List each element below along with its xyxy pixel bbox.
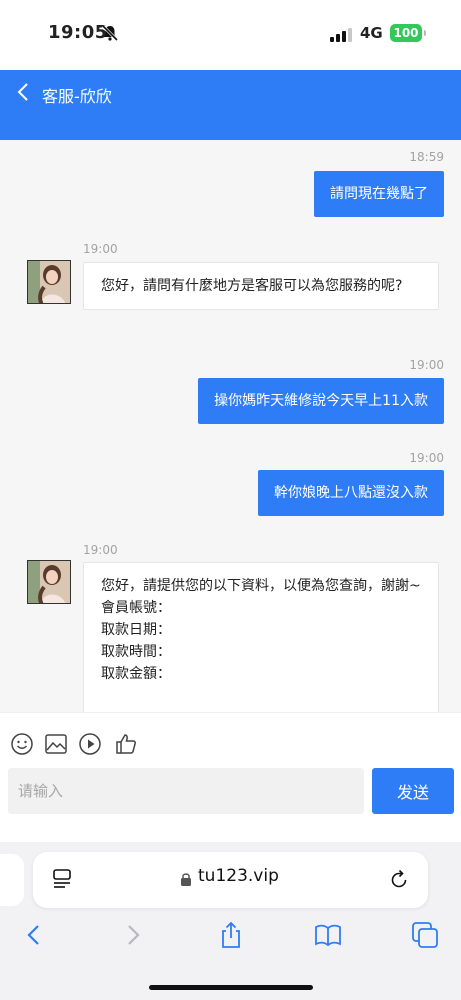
message-line: 取款金額： — [101, 666, 171, 682]
image-icon[interactable] — [44, 732, 68, 756]
message-timestamp: 18:59 — [409, 150, 444, 164]
incoming-message[interactable]: 您好，請提供您的以下資料，以便為您查詢，謝謝~ 會員帳號： 取款日期： 取款時間… — [83, 562, 439, 712]
thumbs-up-icon[interactable] — [114, 732, 138, 756]
video-icon[interactable] — [78, 732, 102, 756]
avatar-photo — [28, 561, 70, 603]
message-line: 取款日期： — [101, 622, 171, 638]
incoming-message[interactable]: 您好，請問有什麼地方是客服可以為您服務的呢? — [83, 262, 439, 310]
chat-title: 客服-欣欣 — [42, 87, 112, 106]
agent-avatar — [27, 260, 71, 304]
outgoing-message[interactable]: 請問現在幾點了 — [314, 171, 444, 217]
reload-icon[interactable] — [388, 868, 410, 890]
message-line: 會員帳號： — [101, 600, 171, 616]
browser-toolbar: tu123.vip — [0, 842, 461, 1000]
reader-mode-icon[interactable] — [51, 868, 73, 890]
share-icon[interactable] — [216, 920, 246, 950]
back-chevron-icon[interactable] — [16, 82, 30, 102]
composer-panel: 发送 — [0, 712, 461, 842]
cellular-signal-icon — [330, 28, 352, 42]
address-bar[interactable]: tu123.vip — [33, 852, 428, 908]
outgoing-message[interactable]: 幹你娘晚上八點還沒入款 — [258, 470, 444, 516]
send-button[interactable]: 发送 — [372, 768, 454, 814]
message-input[interactable] — [8, 768, 364, 814]
message-line: 您好，請提供您的以下資料，以便為您查詢，謝謝~ — [101, 578, 421, 594]
chat-message-list[interactable]: 18:59 請問現在幾點了 19:00 您好，請問有什麼地方是客服可以為您服務的… — [0, 140, 461, 712]
message-timestamp: 19:00 — [409, 358, 444, 372]
lock-icon — [181, 873, 191, 886]
browser-forward-icon[interactable] — [118, 920, 148, 950]
outgoing-message[interactable]: 操你媽昨天維修說今天早上11入款 — [198, 378, 444, 424]
previous-tab-peek[interactable] — [0, 854, 24, 906]
network-type: 4G — [360, 24, 383, 42]
bookmarks-icon[interactable] — [313, 920, 343, 950]
battery-indicator: 100 — [390, 24, 426, 42]
bell-slash-icon — [101, 24, 119, 42]
home-indicator — [149, 985, 313, 990]
message-timestamp: 19:00 — [83, 242, 118, 256]
message-timestamp: 19:00 — [83, 543, 118, 557]
avatar-photo — [28, 261, 70, 303]
url-text: tu123.vip — [198, 866, 279, 886]
status-bar: 19:05 4G 100 — [0, 0, 461, 70]
tabs-icon[interactable] — [410, 920, 440, 950]
chat-header: 客服-欣欣 — [0, 70, 461, 140]
message-line: 取款時間： — [101, 644, 171, 660]
emoji-icon[interactable] — [10, 732, 34, 756]
agent-avatar — [27, 560, 71, 604]
browser-back-icon[interactable] — [19, 920, 49, 950]
status-time: 19:05 — [48, 22, 108, 43]
message-timestamp: 19:00 — [409, 451, 444, 465]
